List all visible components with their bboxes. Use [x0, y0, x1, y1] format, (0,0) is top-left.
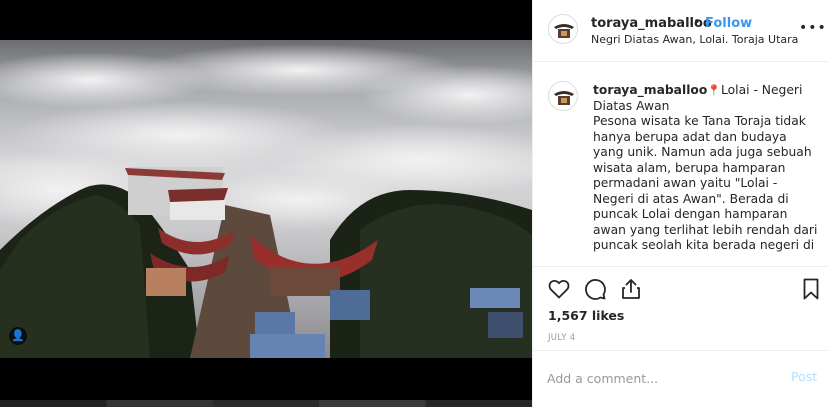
caption-text: Lolai - Negeri Diatas Awan Pesona wisata…	[593, 83, 818, 252]
action-bar: 1,567 likes JULY 4	[533, 266, 829, 350]
post-side-panel: toraya_maballoo • Follow Negri Diatas Aw…	[532, 0, 829, 407]
landscape-illustration	[0, 40, 532, 358]
avatar[interactable]	[548, 81, 578, 111]
post-photo[interactable]: 👤	[0, 40, 532, 358]
avatar[interactable]	[548, 14, 578, 44]
logo-icon	[549, 82, 577, 110]
caption-username-link[interactable]: toraya_maballoo	[593, 83, 707, 97]
background-thumbnails	[0, 400, 532, 407]
location-link[interactable]: Negri Diatas Awan, Lolai. Toraja Utara	[591, 33, 798, 46]
post-date[interactable]: JULY 4	[548, 333, 575, 343]
bookmark-icon[interactable]	[799, 277, 823, 301]
add-comment-section: Post	[533, 350, 829, 407]
caption-area: toraya_maballoo📍Lolai - Negeri Diatas Aw…	[533, 63, 829, 266]
map-pin-icon: 📍	[707, 84, 722, 97]
post-comment-button[interactable]: Post	[791, 369, 817, 384]
separator-dot: •	[693, 15, 701, 30]
follow-button[interactable]: Follow	[705, 16, 752, 31]
likes-count[interactable]: 1,567 likes	[548, 308, 624, 323]
heart-icon[interactable]	[547, 277, 571, 301]
more-horizontal-icon[interactable]: •••	[799, 20, 827, 36]
comment-input[interactable]	[547, 368, 767, 388]
logo-icon	[549, 15, 577, 43]
post-header: toraya_maballoo • Follow Negri Diatas Aw…	[533, 0, 829, 62]
caption-text-block: toraya_maballoo📍Lolai - Negeri Diatas Aw…	[593, 83, 818, 254]
user-tag-icon[interactable]: 👤	[9, 327, 27, 345]
share-icon[interactable]	[619, 277, 643, 301]
comment-bubble-icon[interactable]	[583, 277, 607, 301]
photo-bottom-bar	[0, 358, 532, 407]
instagram-post-modal: 👤 toraya_maballoo • Follow Negri Diatas …	[0, 0, 829, 407]
